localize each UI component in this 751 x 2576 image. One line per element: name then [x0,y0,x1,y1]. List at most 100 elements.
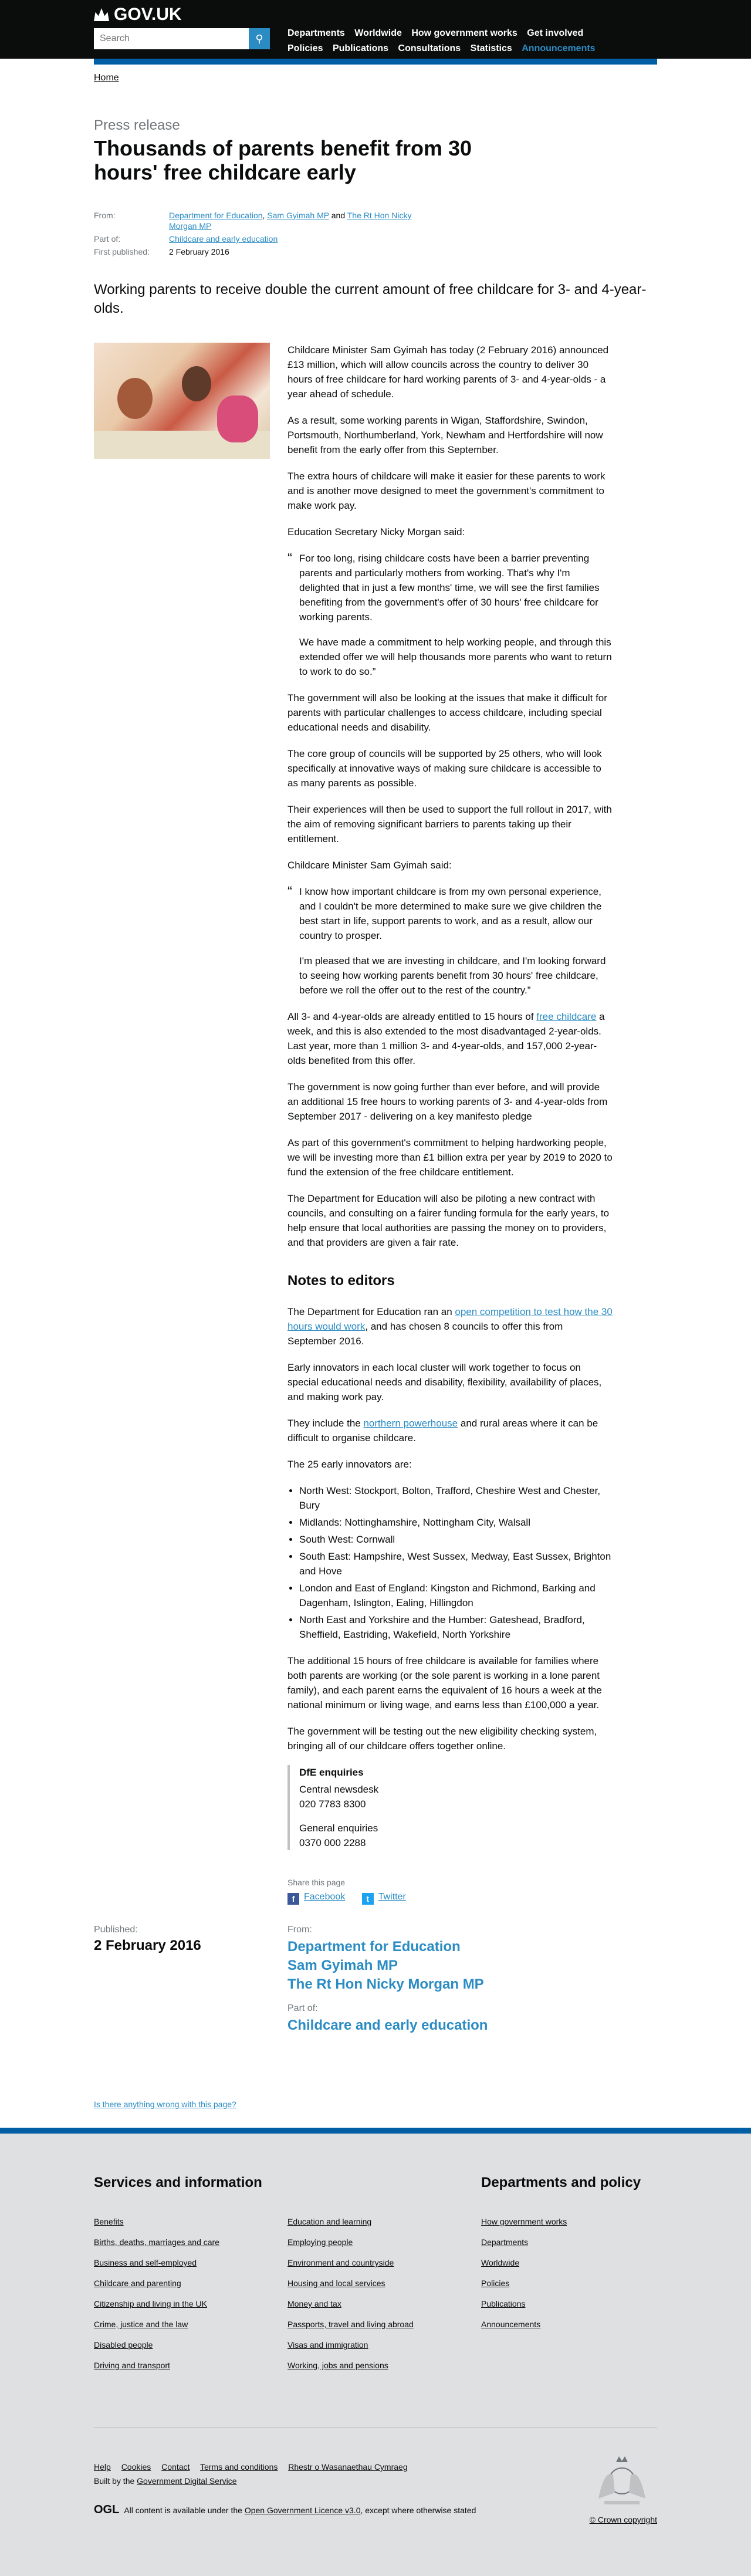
quote-paragraph: I'm pleased that we are investing in chi… [299,955,606,996]
meta-sep: , [262,211,265,220]
search-input[interactable] [94,28,252,49]
report-problem-link[interactable]: Is there anything wrong with this page? [94,2100,236,2109]
search-icon: ⚲ [255,33,263,45]
logo-text: GOV.UK [114,5,182,24]
from-link-morgan[interactable]: The Rt Hon Nicky Morgan MP [287,1976,488,1993]
nav-departments[interactable]: Departments [287,26,345,41]
free-childcare-link[interactable]: free childcare [536,1011,596,1022]
body-paragraph: The 25 early innovators are: [287,1459,412,1470]
share-twitter-label: Twitter [378,1892,406,1902]
body-paragraph: Education Secretary Nicky Morgan said: [287,526,465,537]
footer-link[interactable]: Education and learning [287,2217,414,2226]
from-link-dfe[interactable]: Department for Education [287,1939,488,1955]
body-paragraph: Early innovators in each local cluster w… [287,1362,602,1402]
footer-link[interactable]: How government works [481,2217,567,2226]
nav-how-government-works[interactable]: How government works [411,26,517,41]
breadcrumb-home[interactable]: Home [94,73,119,83]
footer-col-3: How government works Departments Worldwi… [481,2217,567,2340]
footer-link[interactable]: Announcements [481,2320,567,2329]
share-twitter-link[interactable]: t Twitter [361,1892,406,1905]
footer-link[interactable]: Publications [481,2299,567,2308]
footer-services-heading: Services and information [94,2175,262,2190]
footer-link[interactable]: Crime, justice and the law [94,2320,219,2329]
nav-statistics[interactable]: Statistics [471,41,512,56]
body-paragraph: The government is now going further than… [287,1081,608,1122]
meta-and: and [331,211,346,220]
ogl-link[interactable]: Open Government Licence v3.0 [245,2506,361,2515]
body-paragraph: The government will also be looking at t… [287,692,607,733]
footer-link[interactable]: Departments [481,2237,567,2247]
footer-contact-link[interactable]: Contact [161,2462,190,2472]
share-section: Share this page f Facebook t Twitter [287,1878,613,1905]
part-of-link[interactable]: Childcare and early education [287,2017,488,2034]
meta-from-link-dfe[interactable]: Department for Education [169,211,263,220]
footer-link[interactable]: Housing and local services [287,2278,414,2288]
facebook-icon: f [287,1893,299,1905]
text-span: Built by the [94,2476,137,2486]
footer-link[interactable]: Childcare and parenting [94,2278,219,2288]
footer-welsh-link[interactable]: Rhestr o Wasanaethau Cymraeg [288,2462,407,2472]
royal-crest-icon [598,2456,645,2504]
list-item: South West: Cornwall [299,1532,613,1547]
footer-link[interactable]: Business and self-employed [94,2258,219,2267]
contact-label: General enquiries [299,1823,378,1834]
ogl-logo: OGL [94,2503,120,2516]
site-footer: Services and information Departments and… [0,2128,751,2576]
footer-link[interactable]: Worldwide [481,2258,567,2267]
search-button[interactable]: ⚲ [249,28,270,49]
gds-link[interactable]: Government Digital Service [137,2476,236,2486]
contact-title: DfE enquiries [299,1767,364,1778]
quote-morgan: For too long, rising childcare costs hav… [287,551,613,679]
nav-get-involved[interactable]: Get involved [527,26,583,41]
from-label: From: [287,1925,312,1935]
footer-link[interactable]: Citizenship and living in the UK [94,2299,219,2308]
footer-help-link[interactable]: Help [94,2462,111,2472]
footer-link[interactable]: Births, deaths, marriages and care [94,2237,219,2247]
contact-phone: 0370 000 2288 [299,1837,366,1848]
published-label: Published: [94,1925,138,1935]
footer-divider [94,2427,657,2428]
meta-part-link[interactable]: Childcare and early education [169,234,278,244]
body-paragraph: As part of this government's commitment … [287,1137,613,1178]
footer-link[interactable]: Benefits [94,2217,219,2226]
body-paragraph: They include the northern powerhouse and… [287,1416,613,1445]
govuk-logo[interactable]: GOV.UK [94,5,182,25]
contact-general: General enquiries 0370 000 2288 [299,1821,613,1850]
crown-copyright: © Crown copyright [575,2515,657,2524]
nav-consultations[interactable]: Consultations [398,41,461,56]
text-span: They include the [287,1418,364,1429]
footer-cookies-link[interactable]: Cookies [121,2462,151,2472]
body-paragraph: As a result, some working parents in Wig… [287,415,603,455]
lead-paragraph: Working parents to receive double the cu… [94,282,647,316]
body-paragraph: Their experiences will then be used to s… [287,804,612,844]
page-title: Thousands of parents benefit from 30 hou… [94,136,472,185]
quote-paragraph: For too long, rising childcare costs hav… [299,553,600,623]
nav-announcements[interactable]: Announcements [522,41,595,56]
footer-terms-link[interactable]: Terms and conditions [200,2462,278,2472]
footer-link[interactable]: Disabled people [94,2340,219,2349]
from-link-gyimah[interactable]: Sam Gyimah MP [287,1958,488,1974]
nav-worldwide[interactable]: Worldwide [354,26,402,41]
share-title: Share this page [287,1878,346,1887]
footer-link[interactable]: Policies [481,2278,567,2288]
footer-link[interactable]: Money and tax [287,2299,414,2308]
footer-link[interactable]: Passports, travel and living abroad [287,2320,414,2329]
footer-link[interactable]: Employing people [287,2237,414,2247]
contact-block: DfE enquiries Central newsdesk 020 7783 8… [287,1765,613,1850]
share-facebook-link[interactable]: f Facebook [287,1892,345,1905]
nav-policies[interactable]: Policies [287,41,323,56]
copyright-link[interactable]: © Crown copyright [590,2515,657,2524]
footer-link[interactable]: Working, jobs and pensions [287,2361,414,2370]
footer-link[interactable]: Visas and immigration [287,2340,414,2349]
meta-from-link-gyimah[interactable]: Sam Gyimah MP [267,211,329,220]
northern-powerhouse-link[interactable]: northern powerhouse [363,1418,458,1429]
list-item: Midlands: Nottinghamshire, Nottingham Ci… [299,1515,613,1530]
footer-link[interactable]: Driving and transport [94,2361,219,2370]
list-item: North West: Stockport, Bolton, Trafford,… [299,1483,613,1513]
footer-link[interactable]: Environment and countryside [287,2258,414,2267]
published-date: 2 February 2016 [94,1938,201,1953]
innovators-list: North West: Stockport, Bolton, Trafford,… [287,1483,613,1642]
childcare-photo [94,343,270,459]
ogl-statement: OGL All content is available under the Op… [94,2503,476,2517]
nav-publications[interactable]: Publications [333,41,388,56]
